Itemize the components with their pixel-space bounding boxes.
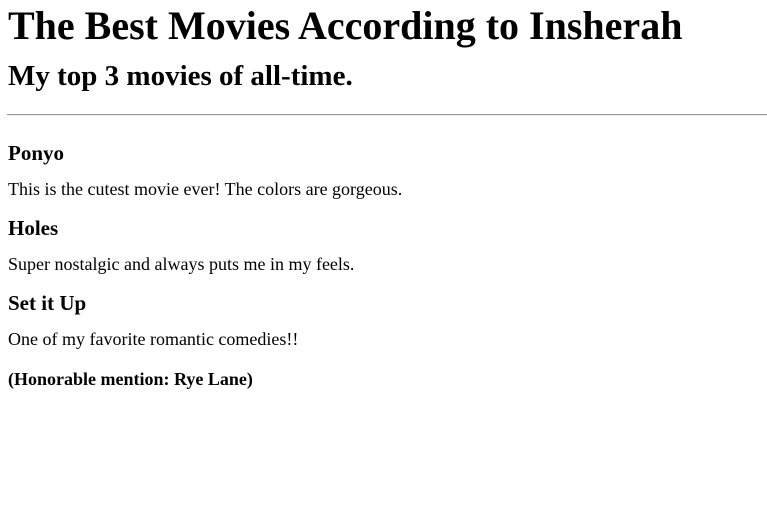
movie-list: Ponyo This is the cutest movie ever! The… (8, 141, 767, 350)
honorable-mention: (Honorable mention: Rye Lane) (8, 369, 253, 389)
movie-title: Holes (8, 216, 59, 240)
movie-item: Set it Up One of my favorite romantic co… (8, 291, 767, 350)
movie-item: Holes Super nostalgic and always puts me… (8, 216, 767, 275)
movie-description: One of my favorite romantic comedies!! (8, 329, 299, 349)
movie-description: This is the cutest movie ever! The color… (8, 179, 403, 199)
movie-description: Super nostalgic and always puts me in my… (8, 254, 355, 274)
page: The Best Movies According to Insherah My… (0, 3, 767, 522)
divider (7, 114, 767, 116)
movie-item: Ponyo This is the cutest movie ever! The… (8, 141, 767, 200)
page-subtitle: My top 3 movies of all-time. (8, 60, 353, 92)
movie-title: Set it Up (8, 291, 87, 315)
page-title: The Best Movies According to Insherah (8, 3, 683, 48)
movie-title: Ponyo (8, 141, 65, 165)
